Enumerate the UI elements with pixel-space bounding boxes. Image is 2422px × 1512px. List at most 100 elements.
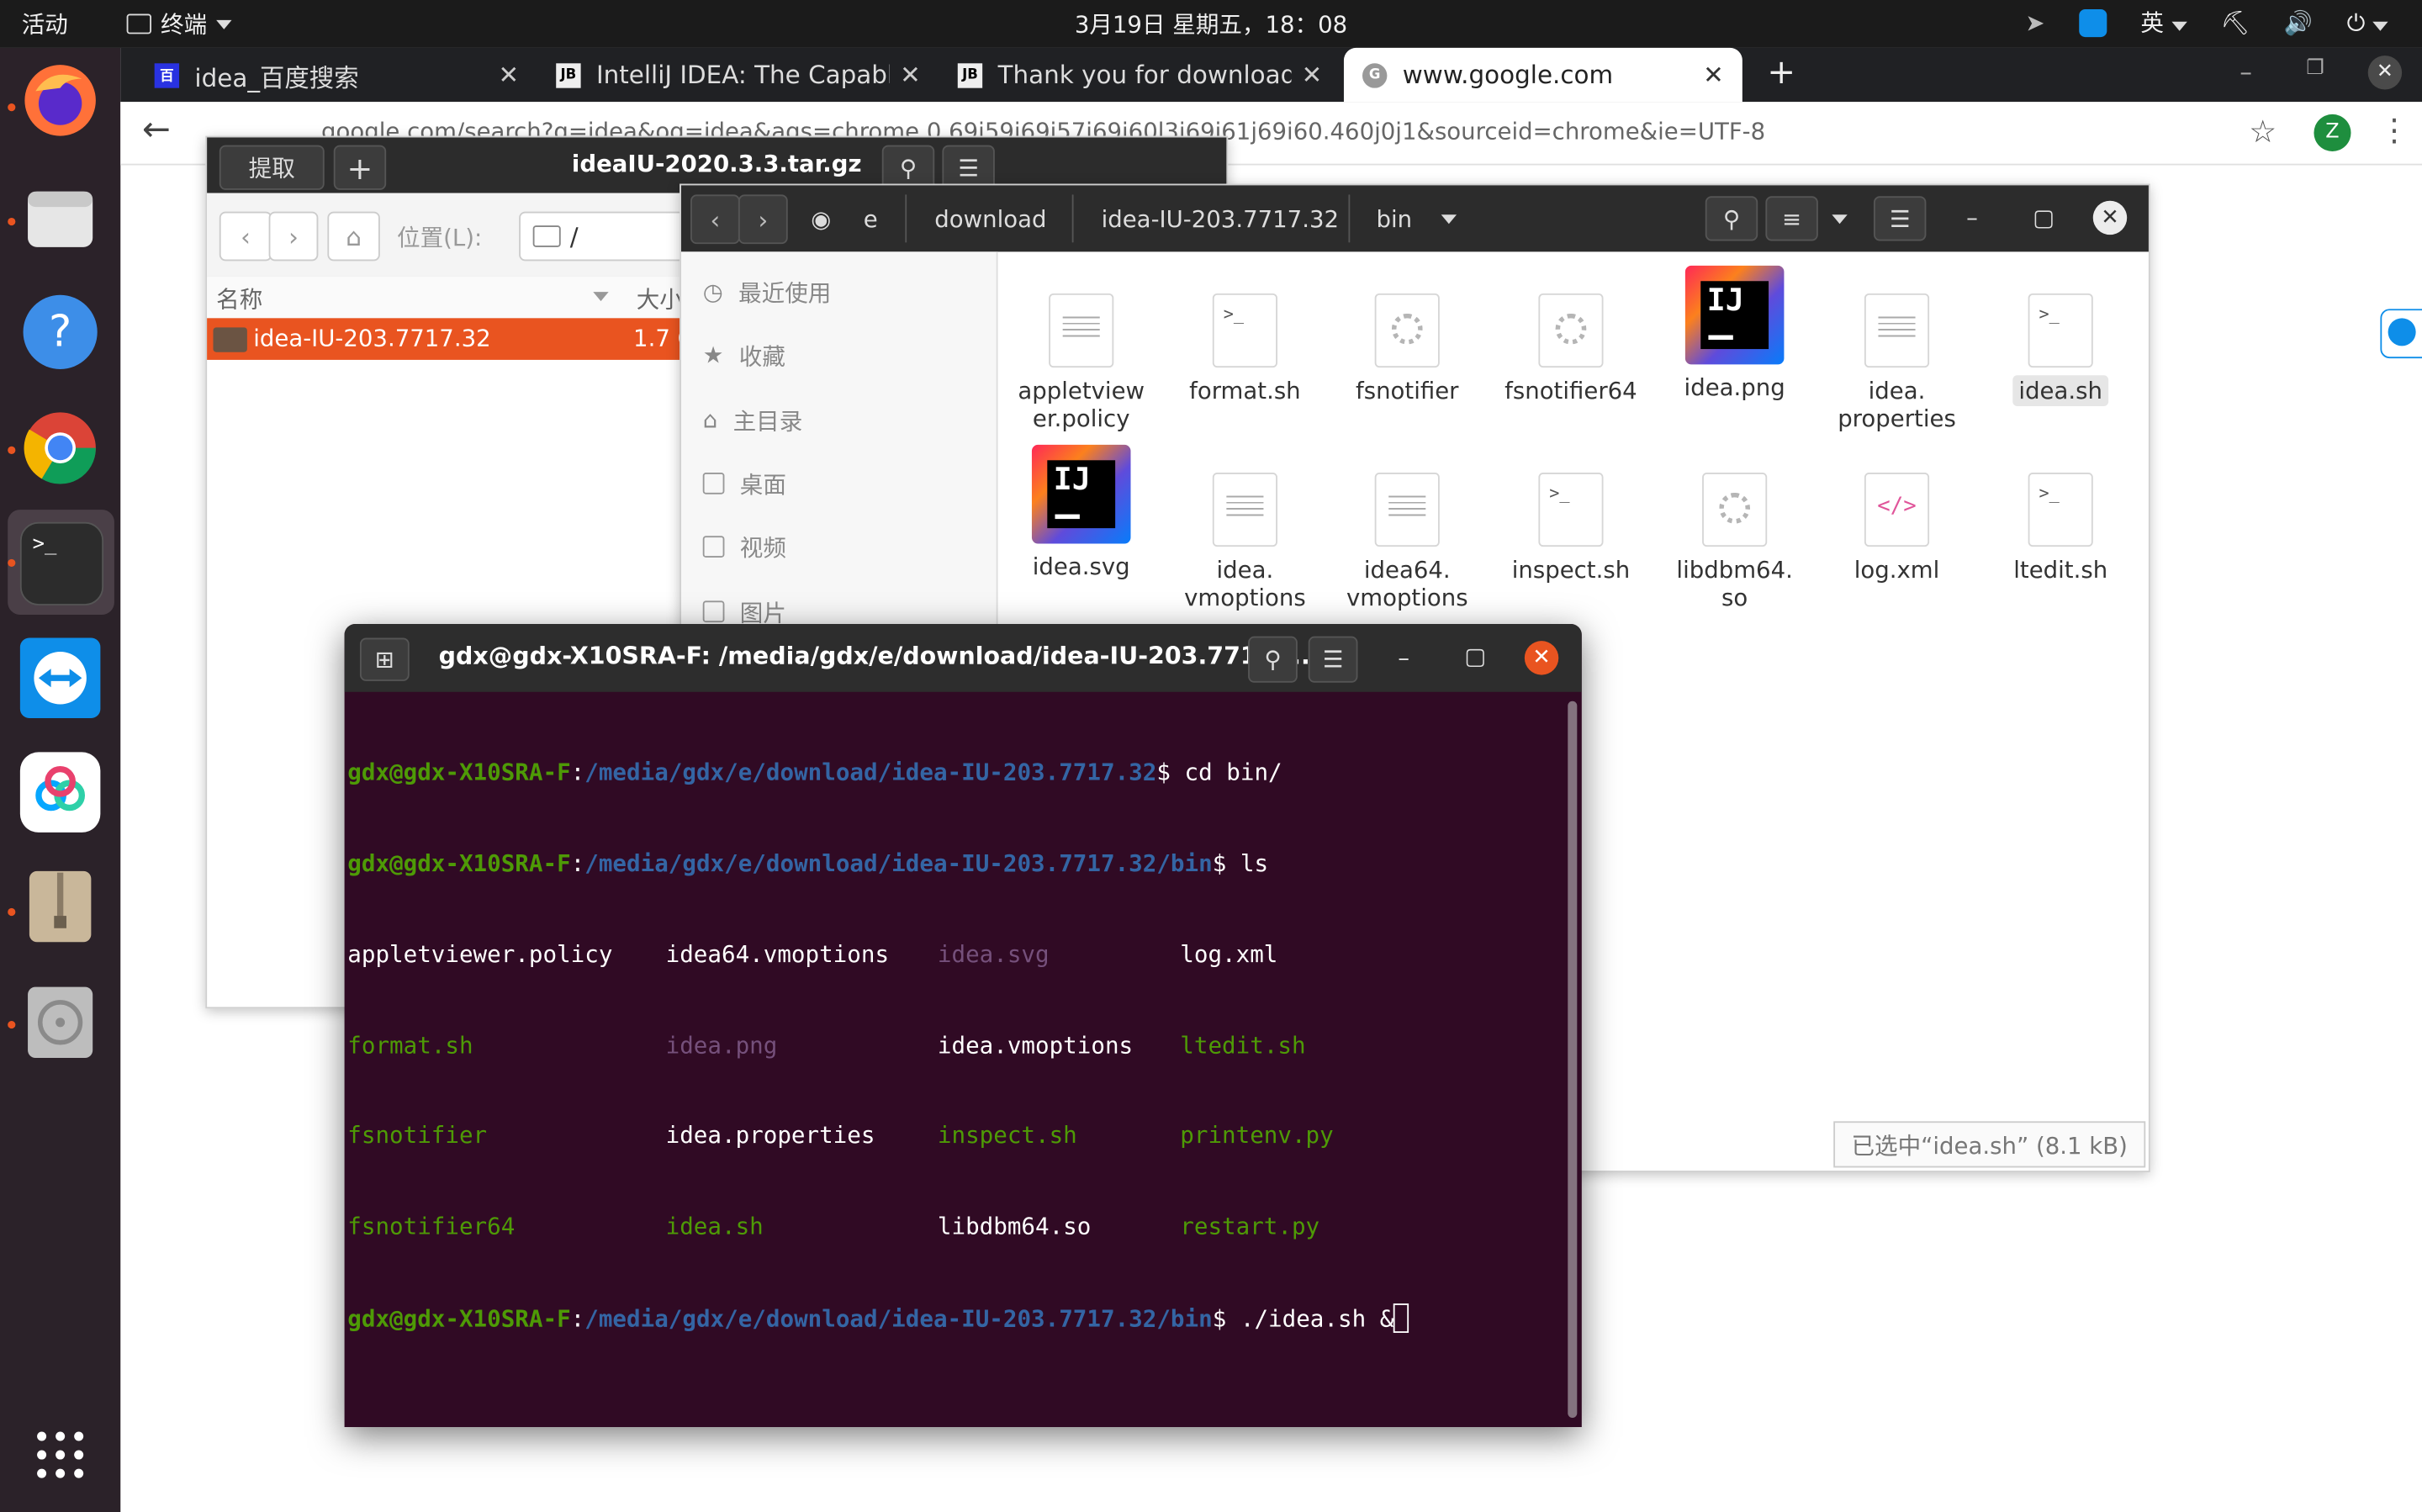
back-icon[interactable]: ‹ bbox=[690, 194, 740, 245]
file-item[interactable]: >_ ltedit.sh bbox=[1983, 472, 2138, 584]
breadcrumb-bin[interactable]: bin bbox=[1377, 198, 1413, 240]
close-button[interactable]: ✕ bbox=[1524, 641, 1559, 675]
restore-icon[interactable]: ❐ bbox=[2306, 57, 2324, 81]
bookmark-star-icon[interactable]: ☆ bbox=[2249, 113, 2277, 150]
chevron-down-icon[interactable] bbox=[1441, 214, 1457, 225]
sidebar-item-desktop[interactable]: 桌面 bbox=[702, 467, 786, 500]
file-item[interactable]: >_ format.sh bbox=[1168, 293, 1323, 404]
file-item[interactable]: fsnotifier bbox=[1330, 293, 1484, 404]
disc-icon[interactable] bbox=[20, 982, 101, 1063]
ls-entry: idea.properties bbox=[665, 1121, 875, 1150]
prompt-user: gdx@gdx-X10SRA-F bbox=[347, 849, 571, 878]
breadcrumb-download[interactable]: download bbox=[934, 198, 1046, 240]
tab-intellij[interactable]: JB IntelliJ IDEA: The Capable ✕ bbox=[537, 48, 939, 102]
terminal-line: gdx@gdx-X10SRA-F:/media/gdx/e/download/i… bbox=[347, 1303, 1560, 1335]
minimize-icon[interactable]: – bbox=[1398, 644, 1409, 672]
close-icon[interactable]: ✕ bbox=[1703, 61, 1724, 90]
drive-icon[interactable]: ◉ bbox=[811, 198, 831, 240]
minimize-icon[interactable]: – bbox=[1966, 204, 1978, 231]
back-arrow-icon[interactable]: ← bbox=[142, 111, 171, 150]
volume-icon[interactable]: 🔊 bbox=[2284, 8, 2313, 36]
tab-google[interactable]: G www.google.com ✕ bbox=[1343, 47, 1742, 103]
close-icon[interactable]: ✕ bbox=[499, 61, 520, 90]
breadcrumb-e[interactable]: e bbox=[864, 198, 878, 240]
sidebar-item-starred[interactable]: ★ 收藏 bbox=[703, 338, 785, 372]
document-icon bbox=[1049, 293, 1114, 368]
terminal-icon[interactable]: >_ bbox=[19, 521, 104, 605]
chevron-down-icon[interactable] bbox=[1832, 214, 1848, 225]
ls-entry: inspect.sh bbox=[937, 1121, 1077, 1150]
ls-entry: format.sh bbox=[347, 1030, 473, 1060]
teamviewer-tray-icon[interactable] bbox=[2078, 8, 2107, 37]
file-item[interactable]: IJ idea.png bbox=[1658, 265, 1812, 402]
baidu-netdisk-icon[interactable] bbox=[19, 752, 101, 833]
file-item[interactable]: fsnotifier64 bbox=[1494, 293, 1648, 404]
network-icon[interactable]: ⛏ bbox=[2221, 8, 2250, 36]
maximize-icon[interactable]: ▢ bbox=[1464, 642, 1486, 670]
show-apps-icon[interactable] bbox=[20, 1414, 101, 1495]
new-tab-button[interactable]: + bbox=[1767, 54, 1795, 93]
search-icon[interactable]: ⚲ bbox=[1705, 196, 1758, 241]
new-tab-icon[interactable]: ⊞ bbox=[359, 637, 410, 681]
terminal-window[interactable]: ⊞ gdx@gdx-X10SRA-F: /media/gdx/e/downloa… bbox=[344, 623, 1582, 1427]
script-icon: >_ bbox=[1538, 472, 1604, 547]
menu-kebab-icon[interactable]: ⋮ bbox=[2379, 111, 2410, 148]
tab-label: www.google.com bbox=[1402, 60, 1614, 90]
ls-row: fsnotifier idea.properties inspect.sh pr… bbox=[347, 1122, 1560, 1152]
sidebar-item-recent[interactable]: ◷ 最近使用 bbox=[703, 275, 832, 309]
minimize-icon[interactable]: – bbox=[2240, 57, 2252, 87]
close-icon[interactable]: ✕ bbox=[2367, 56, 2403, 90]
maximize-icon[interactable]: ▢ bbox=[2033, 204, 2054, 231]
tab-baidu[interactable]: 百 idea_百度搜索 ✕ bbox=[120, 48, 537, 102]
firefox-icon[interactable] bbox=[20, 61, 101, 141]
sidebar-item-videos[interactable]: 视频 bbox=[702, 530, 786, 563]
file-item[interactable]: idea. vmoptions bbox=[1168, 472, 1323, 612]
input-method[interactable]: 英 bbox=[2140, 6, 2187, 39]
file-name: idea. vmoptions bbox=[1184, 556, 1306, 612]
close-icon[interactable]: ✕ bbox=[900, 61, 921, 90]
send-icon[interactable]: ➤ bbox=[2025, 8, 2044, 36]
list-view-icon[interactable]: ≡ bbox=[1765, 196, 1818, 241]
forward-icon[interactable]: › bbox=[738, 194, 788, 245]
file-item[interactable]: idea64. vmoptions bbox=[1330, 472, 1484, 612]
tab-download[interactable]: JB Thank you for downloadi ✕ bbox=[939, 48, 1341, 102]
picture-icon bbox=[702, 600, 725, 623]
chrome-icon[interactable] bbox=[20, 408, 101, 489]
teamviewer-side-tab-icon[interactable] bbox=[2380, 309, 2422, 359]
close-icon[interactable]: ✕ bbox=[1302, 61, 1323, 90]
file-item-selected[interactable]: >_ idea.sh bbox=[1983, 293, 2138, 407]
files-icon[interactable] bbox=[20, 177, 101, 258]
power-icon[interactable]: ⏻ bbox=[2347, 8, 2388, 36]
file-item[interactable]: >_ inspect.sh bbox=[1494, 472, 1648, 584]
archive-manager-icon[interactable] bbox=[20, 866, 101, 947]
executable-icon bbox=[1702, 472, 1768, 547]
file-name: fsnotifier bbox=[1356, 377, 1459, 405]
file-item[interactable]: appletview er.policy bbox=[1004, 293, 1159, 432]
document-icon bbox=[1374, 472, 1440, 547]
back-icon[interactable]: ‹ bbox=[219, 211, 272, 262]
teamviewer-icon[interactable] bbox=[19, 637, 101, 719]
hamburger-menu-icon[interactable]: ☰ bbox=[1308, 636, 1358, 683]
avatar[interactable]: Z bbox=[2314, 114, 2351, 151]
column-name[interactable]: 名称 bbox=[216, 283, 262, 315]
file-item[interactable]: IJ idea.svg bbox=[1004, 444, 1159, 581]
file-item[interactable]: libdbm64. so bbox=[1658, 472, 1812, 611]
running-indicator bbox=[8, 217, 16, 226]
file-item[interactable]: idea. properties bbox=[1820, 293, 1975, 432]
column-size[interactable]: 大小 bbox=[637, 283, 683, 315]
sidebar-item-home[interactable]: ⌂ 主目录 bbox=[703, 403, 803, 436]
top-bar: 活动 终端 3月19日 星期五，18：08 ➤ 英 ⛏ 🔊 ⏻ bbox=[0, 0, 2422, 48]
home-icon[interactable]: ⌂ bbox=[327, 211, 380, 262]
scrollbar[interactable] bbox=[1568, 700, 1578, 1418]
breadcrumb-idea[interactable]: idea-IU-203.7717.32 bbox=[1102, 198, 1339, 240]
close-button[interactable]: ✕ bbox=[2092, 200, 2128, 235]
search-icon[interactable]: ⚲ bbox=[1248, 636, 1298, 683]
help-icon[interactable]: ? bbox=[20, 292, 101, 373]
file-item[interactable]: </> log.xml bbox=[1820, 472, 1975, 584]
document-icon bbox=[1212, 472, 1277, 547]
file-name: idea64. vmoptions bbox=[1346, 556, 1468, 612]
hamburger-menu-icon[interactable]: ☰ bbox=[1873, 196, 1927, 241]
system-tray: ➤ 英 ⛏ 🔊 ⏻ bbox=[2025, 6, 2388, 39]
forward-icon[interactable]: › bbox=[268, 211, 319, 262]
status-bar: 已选中“idea.sh” (8.1 kB) bbox=[1833, 1121, 2146, 1168]
